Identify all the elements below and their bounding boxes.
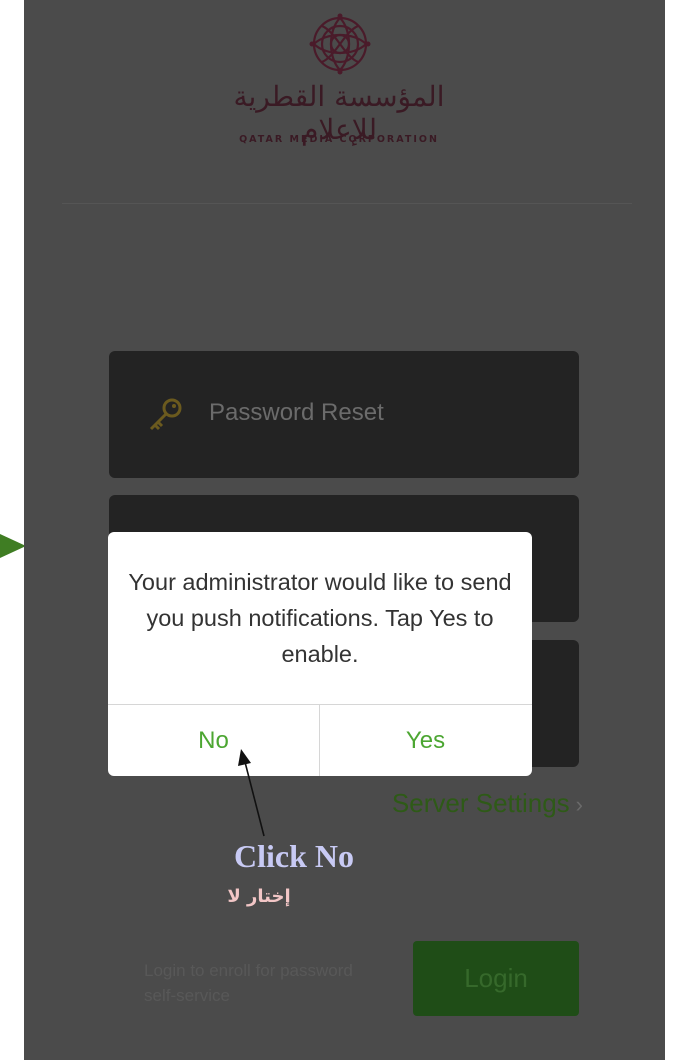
password-reset-label: Password Reset <box>209 399 384 426</box>
annotation-arabic: إختار لا <box>227 886 291 907</box>
server-settings-link[interactable]: Server Settings › <box>392 788 583 819</box>
login-button[interactable]: Login <box>413 941 579 1016</box>
app-screen: المؤسسة القطرية للإعلام QATAR MEDIA CORP… <box>24 0 665 1060</box>
dialog-message: Your administrator would like to send yo… <box>128 569 512 667</box>
annotation-click-no: Click No <box>234 838 354 874</box>
header-divider <box>62 203 632 204</box>
key-icon <box>149 398 182 431</box>
ornament-emblem-icon <box>309 13 371 75</box>
chevron-right-icon: › <box>575 792 583 817</box>
logo-english-text: QATAR MEDIA CORPORATION <box>239 134 439 145</box>
enroll-text: Login to enroll for password self-servic… <box>144 961 353 1005</box>
triangle-right-icon <box>0 534 26 558</box>
server-settings-label: Server Settings <box>391 788 570 818</box>
push-notification-dialog: Your administrator would like to send yo… <box>108 532 532 776</box>
password-reset-field[interactable]: Password Reset <box>109 351 579 478</box>
no-button[interactable]: No <box>108 705 319 776</box>
yes-button[interactable]: Yes <box>320 705 531 776</box>
